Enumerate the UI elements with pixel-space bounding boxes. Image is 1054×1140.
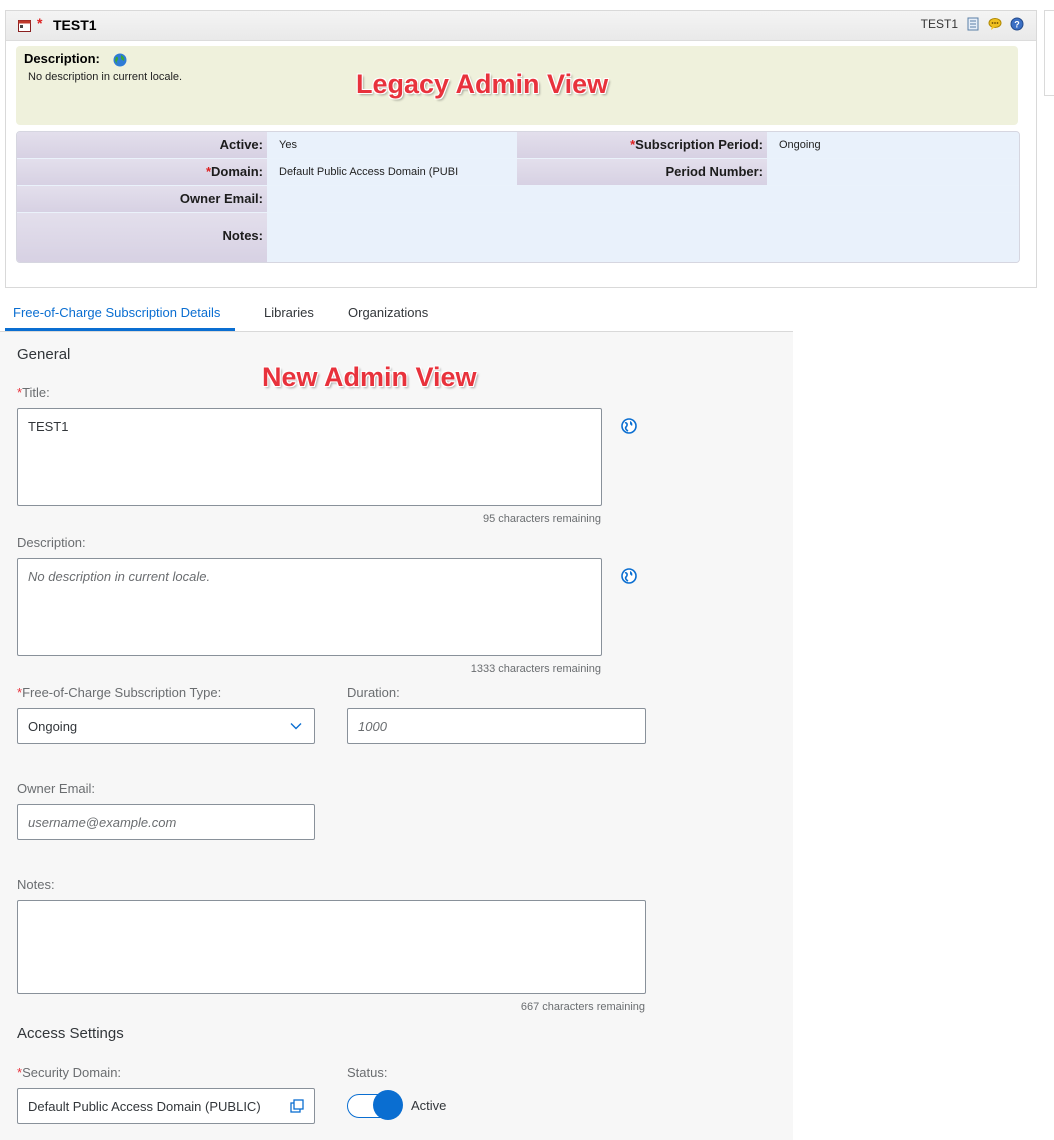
owner-email-value	[267, 186, 1019, 212]
subscription-period-value: Ongoing	[767, 132, 1019, 158]
legacy-header-right-text: TEST1	[920, 17, 958, 31]
title-counter: 95 characters remaining	[482, 513, 601, 525]
chevron-down-icon	[290, 723, 302, 730]
owner-email-label: Owner Email:	[17, 781, 96, 796]
legacy-row-active: Active: Yes *Subscription Period: Ongoin…	[17, 132, 1019, 158]
notes-label: Notes:	[17, 877, 55, 892]
period-number-value	[767, 159, 1019, 185]
legacy-row-notes: Notes:	[17, 213, 1019, 262]
legacy-description-label: Description:	[24, 51, 100, 66]
security-domain-label: *Security Domain:	[17, 1065, 122, 1080]
subscription-type-select[interactable]: Ongoing	[17, 708, 315, 744]
legacy-header: * TEST1 TEST1 ?	[6, 11, 1036, 41]
duration-label: Duration:	[347, 685, 400, 700]
active-value: Yes	[267, 132, 517, 158]
side-panel-edge	[1044, 10, 1054, 96]
description-label: Description:	[17, 535, 86, 550]
title-textarea[interactable]: TEST1	[17, 408, 602, 506]
status-switch[interactable]	[347, 1090, 403, 1122]
notes-textarea[interactable]	[17, 900, 646, 994]
duration-placeholder: 1000	[358, 719, 387, 734]
tab-subscription-details[interactable]: Free-of-Charge Subscription Details	[13, 305, 220, 320]
svg-text:?: ?	[1014, 20, 1020, 30]
notes-label: Notes:	[17, 213, 267, 262]
active-label: Active:	[17, 132, 267, 158]
general-section-title: General	[17, 346, 71, 363]
translate-globe-icon[interactable]	[621, 568, 637, 584]
translate-globe-icon[interactable]	[621, 418, 637, 434]
tab-libraries[interactable]: Libraries	[264, 305, 314, 320]
legacy-admin-panel: * TEST1 TEST1 ? Description: No descript…	[5, 10, 1037, 288]
legacy-title: TEST1	[53, 17, 97, 33]
owner-email-input[interactable]: username@example.com	[17, 804, 315, 840]
new-overlay-caption: New Admin View	[262, 362, 477, 392]
active-tab-indicator	[5, 328, 235, 331]
notes-counter: 667 characters remaining	[520, 1001, 645, 1013]
document-icon[interactable]	[966, 17, 980, 31]
status-label: Status:	[347, 1065, 388, 1080]
legacy-description-text: No description in current locale.	[28, 71, 183, 83]
required-star: *	[37, 15, 43, 31]
owner-email-label: Owner Email:	[17, 186, 267, 212]
description-placeholder: No description in current locale.	[28, 569, 211, 584]
notes-value	[267, 213, 1019, 262]
legacy-properties-table: Active: Yes *Subscription Period: Ongoin…	[16, 131, 1020, 263]
domain-label: *Domain:	[17, 159, 267, 185]
period-number-label: Period Number:	[517, 159, 767, 185]
help-icon[interactable]: ?	[1010, 17, 1024, 31]
owner-email-placeholder: username@example.com	[28, 815, 177, 830]
legacy-row-owner-email: Owner Email:	[17, 186, 1019, 212]
legacy-header-tools: TEST1 ?	[921, 17, 1024, 31]
calendar-icon	[18, 20, 31, 32]
value-help-icon[interactable]	[290, 1099, 304, 1113]
title-label: *Title:	[17, 385, 50, 400]
access-settings-title: Access Settings	[17, 1025, 124, 1042]
status-value: Active	[411, 1098, 447, 1113]
security-domain-field[interactable]: Default Public Access Domain (PUBLIC)	[17, 1088, 315, 1124]
subscription-type-value: Ongoing	[28, 719, 78, 734]
security-domain-value: Default Public Access Domain (PUBLIC)	[28, 1099, 261, 1114]
description-textarea[interactable]: No description in current locale.	[17, 558, 602, 656]
subscription-period-label: *Subscription Period:	[517, 132, 767, 158]
tab-bar: Free-of-Charge Subscription Details Libr…	[0, 294, 1054, 332]
globe-icon[interactable]	[113, 53, 127, 67]
comment-icon[interactable]	[988, 17, 1002, 31]
subscription-type-label: *Free-of-Charge Subscription Type:	[17, 685, 222, 700]
legacy-row-domain: *Domain: Default Public Access Domain (P…	[17, 159, 1019, 185]
legacy-overlay-caption: Legacy Admin View	[356, 69, 609, 99]
tab-organizations[interactable]: Organizations	[348, 305, 428, 320]
duration-input[interactable]: 1000	[347, 708, 646, 744]
title-value: TEST1	[28, 419, 69, 434]
switch-knob	[373, 1090, 403, 1120]
domain-value: Default Public Access Domain (PUBI	[267, 159, 517, 185]
description-counter: 1333 characters remaining	[470, 663, 601, 675]
